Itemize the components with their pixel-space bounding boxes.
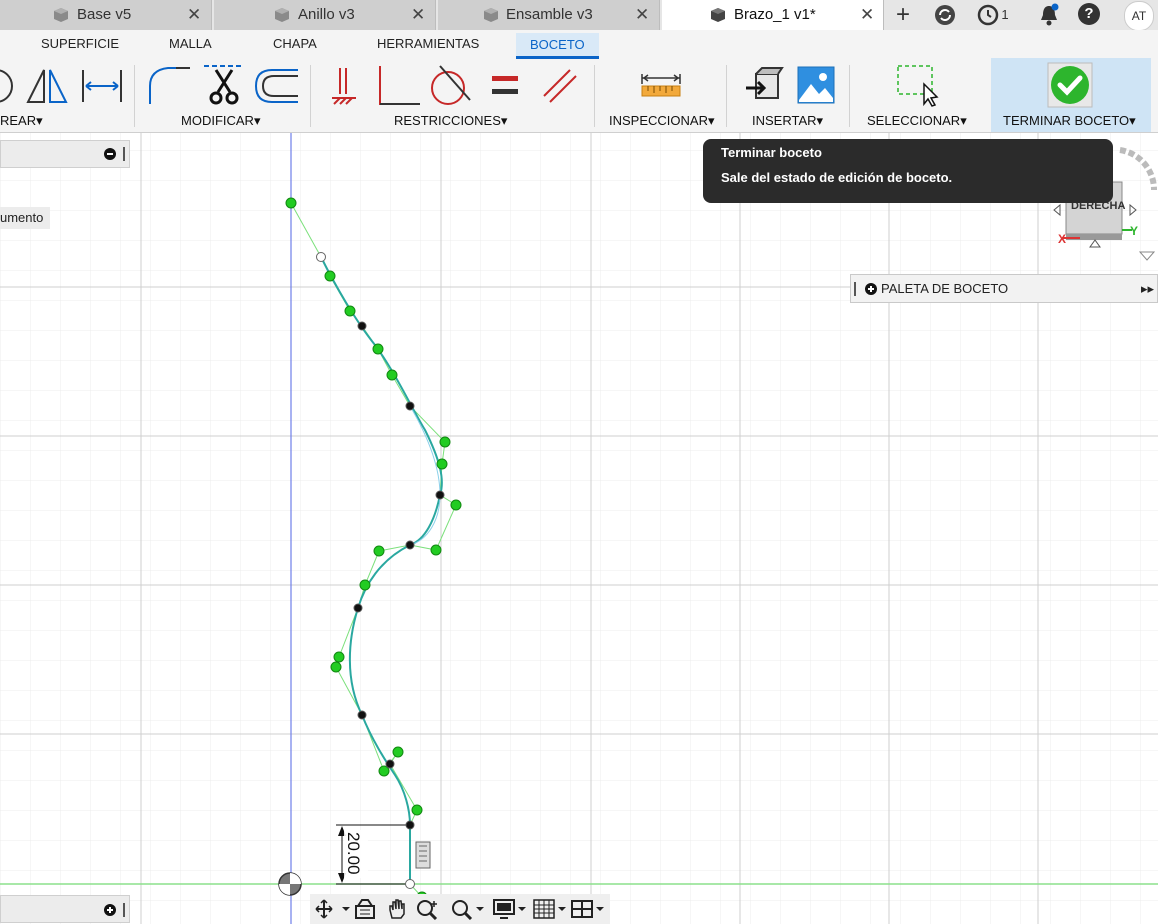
chevron-down-icon: ▾ [707,113,715,128]
cube-icon [484,8,498,22]
tab-ensamble[interactable]: Ensamble v3 ✕ [438,0,660,30]
group-inspeccionar-label[interactable]: INSPECCIONAR▾ [609,113,715,129]
insert-image-icon[interactable] [797,66,835,104]
fillet-tool-icon[interactable] [146,64,192,106]
divider [849,65,850,127]
bell-icon[interactable] [1038,3,1060,27]
dimension-value[interactable]: 20.00 [344,832,363,875]
document-tab-bar: Base v5 ✕ Anillo v3 ✕ Ensamble v3 ✕ Braz… [0,0,1158,31]
sketch-canvas[interactable]: 20.00 [0,133,1158,924]
cube-icon [275,8,289,22]
pan-hand-icon[interactable] [386,898,408,920]
expand-icon[interactable] [104,904,116,916]
offset-tool-icon[interactable] [254,66,300,106]
zoom-icon[interactable] [416,898,440,920]
tab-label: Anillo v3 [298,6,355,23]
measure-ruler-icon[interactable] [640,72,682,100]
menu-tab-malla[interactable]: MALLA [169,36,212,51]
toolbar-ribbon: SUPERFICIE MALLA CHAPA HERRAMIENTAS BOCE… [0,30,1158,133]
menu-tab-boceto[interactable]: BOCETO [516,33,599,59]
tab-label: Ensamble v3 [506,6,593,23]
window-select-icon[interactable] [896,64,942,108]
user-avatar[interactable]: AT [1124,1,1154,31]
panel-border [130,133,142,924]
divider [310,65,311,127]
collapse-icon[interactable] [104,148,116,160]
orbit-icon[interactable] [314,898,354,920]
menu-tab-herramientas[interactable]: HERRAMIENTAS [377,36,479,51]
tangent-constraint-icon[interactable] [428,64,474,108]
tooltip-title: Terminar boceto [721,145,822,160]
divider [726,65,727,127]
group-terminar-boceto-label[interactable]: TERMINAR BOCETO▾ [1003,113,1136,129]
axis-x-label: X [1058,232,1067,246]
group-insertar-label[interactable]: INSERTAR▾ [752,113,823,129]
help-button[interactable]: ? [1078,3,1100,25]
chevron-down-icon: ▾ [1129,113,1136,128]
perpendicular-constraint-icon[interactable] [376,64,422,108]
tab-base[interactable]: Base v5 ✕ [0,0,212,30]
axis-y-label: Y [1130,224,1139,238]
menu-tab-chapa[interactable]: CHAPA [273,36,317,51]
menu-tab-superficie[interactable]: SUPERFICIE [41,36,119,51]
chevron-down-icon: ▾ [500,113,508,128]
tab-brazo[interactable]: Brazo_1 v1* ✕ [662,0,884,30]
divider [594,65,595,127]
panel-grip-icon[interactable] [854,282,856,296]
group-modificar-label[interactable]: MODIFICAR▾ [181,113,260,129]
sketch-palette[interactable]: PALETA DE BOCETO ▸▸ [850,274,1158,303]
viewports-icon[interactable] [570,898,606,920]
browser-item[interactable]: umento [0,207,50,229]
sync-icon[interactable] [933,3,957,27]
endpoint-open[interactable] [316,252,326,262]
close-icon[interactable]: ✕ [860,0,874,29]
close-icon[interactable]: ✕ [411,0,425,29]
parallel-constraint-icon[interactable] [540,66,580,106]
expand-arrows-icon[interactable]: ▸▸ [1141,281,1154,297]
fix-constraint-icon[interactable] [330,66,358,106]
group-restricciones-label[interactable]: RESTRICCIONES▾ [394,113,507,129]
zoom-window-icon[interactable] [450,898,486,920]
clock-icon[interactable] [977,4,999,26]
divider [134,65,135,127]
chevron-down-icon: ▾ [36,113,43,128]
chevron-down-icon: ▾ [253,113,261,128]
insert-derive-icon[interactable] [744,66,784,106]
endpoint-open[interactable] [405,879,415,889]
tooltip: Terminar boceto Sale del estado de edici… [703,139,1113,203]
display-settings-icon[interactable] [492,898,528,920]
sketch-palette-label: PALETA DE BOCETO [881,281,1009,296]
tab-label: Brazo_1 v1* [734,6,816,23]
jobs-count: 1 [1001,7,1009,22]
mirror-tool-icon[interactable] [26,66,70,106]
cube-icon [711,8,725,22]
new-tab-button[interactable]: + [888,0,918,30]
group-crear-label[interactable]: REAR▾ [0,113,43,129]
trim-scissors-icon[interactable] [202,62,246,106]
close-icon[interactable]: ✕ [635,0,649,29]
group-seleccionar-label[interactable]: SELECCIONAR▾ [867,113,967,129]
grid-settings-icon[interactable] [532,898,568,920]
finish-sketch-check-icon[interactable] [1047,62,1093,108]
panel-grip-icon[interactable] [123,903,125,917]
close-icon[interactable]: ✕ [187,0,201,29]
browser-panel-bottom[interactable] [0,895,130,923]
tab-label: Base v5 [77,6,132,23]
tooltip-description: Sale del estado de edición de boceto. [721,170,953,185]
circle-tool-icon[interactable] [0,66,20,106]
origin-icon[interactable] [278,872,302,896]
chevron-down-icon: ▾ [816,113,824,128]
panel-grip-icon[interactable] [123,147,125,161]
browser-panel-header[interactable] [0,140,130,168]
ruler-glyph-icon [415,841,431,869]
navigation-bar [310,894,610,924]
expand-icon[interactable] [865,283,877,295]
cube-icon [54,8,68,22]
camera-icon[interactable] [354,898,376,920]
equal-constraint-icon[interactable] [490,72,520,100]
dimension-tool-icon[interactable] [80,66,124,106]
tab-anillo[interactable]: Anillo v3 ✕ [214,0,436,30]
chevron-down-icon: ▾ [960,113,967,128]
